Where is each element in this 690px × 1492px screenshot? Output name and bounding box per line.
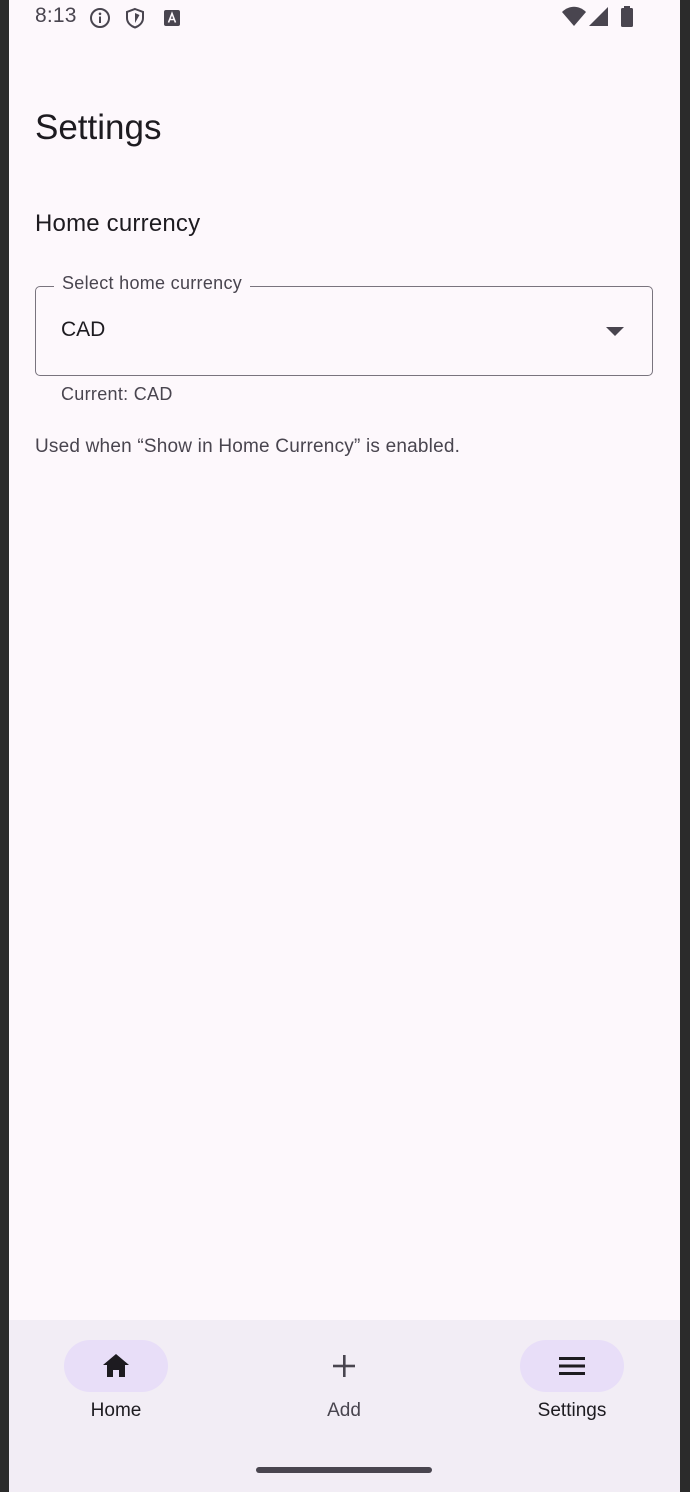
section-title-home-currency: Home currency	[35, 210, 201, 237]
device-frame-left	[0, 0, 9, 1492]
nav-label-settings: Settings	[537, 1400, 607, 1421]
cell-signal-icon	[589, 6, 609, 33]
dropdown-arrow-icon[interactable]	[606, 327, 624, 336]
gesture-home-indicator[interactable]	[256, 1467, 432, 1473]
bottom-navigation-bar: Home Add Settings	[9, 1320, 680, 1492]
home-currency-dropdown[interactable]: Select home currency CAD	[35, 273, 653, 376]
dropdown-selected-value: CAD	[61, 318, 106, 341]
nav-item-home[interactable]: Home	[36, 1340, 196, 1440]
plus-icon	[328, 1350, 360, 1382]
info-icon	[89, 7, 111, 29]
battery-icon	[620, 6, 634, 33]
status-bar: 8:13	[9, 0, 680, 36]
nav-label-add: Add	[327, 1400, 361, 1421]
nav-item-add[interactable]: Add	[264, 1340, 424, 1440]
page-title: Settings	[35, 108, 162, 147]
dropdown-label: Select home currency	[54, 273, 251, 294]
status-time: 8:13	[35, 4, 77, 27]
keyboard-a-icon	[161, 7, 183, 29]
home-icon	[100, 1350, 132, 1382]
nav-label-home: Home	[90, 1400, 142, 1421]
menu-icon	[556, 1350, 588, 1382]
shield-icon	[124, 7, 146, 29]
nav-item-settings[interactable]: Settings	[492, 1340, 652, 1440]
help-text: Used when “Show in Home Currency” is ena…	[35, 436, 461, 457]
app-screen: 8:13 Settings Home currency Select home …	[9, 0, 680, 1492]
device-frame-right	[680, 0, 690, 1492]
wifi-icon	[561, 6, 587, 33]
current-currency-text: Current: CAD	[61, 384, 173, 404]
